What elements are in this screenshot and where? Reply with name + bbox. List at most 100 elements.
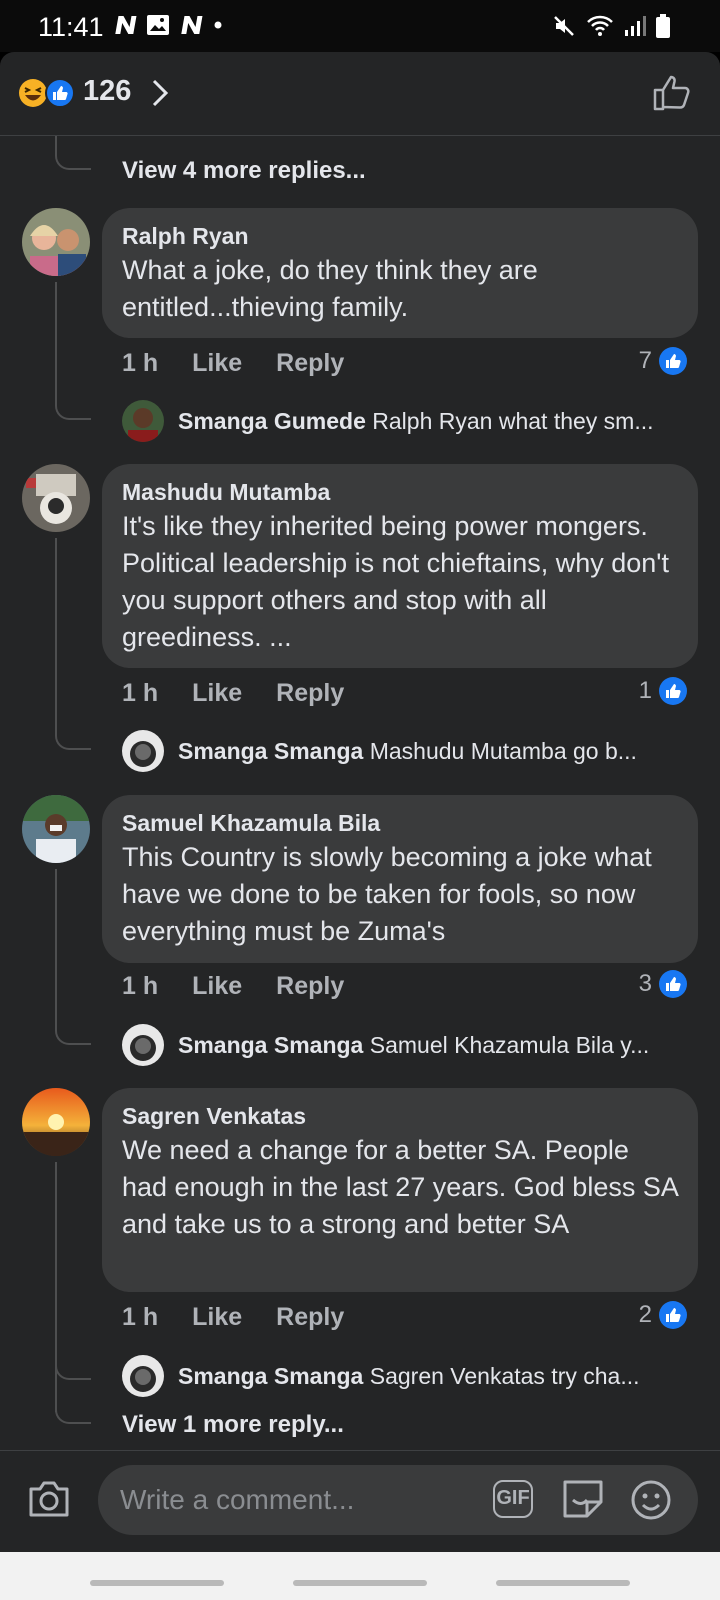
reply-author: Smanga Smanga — [178, 1362, 364, 1389]
image-notification-icon — [147, 15, 169, 35]
commenter-avatar[interactable] — [22, 795, 90, 863]
comment-reactions[interactable]: 3 — [639, 969, 688, 999]
comment-time: 1 h — [122, 679, 159, 707]
comment-time: 1 h — [122, 972, 159, 1000]
reply-text: Smanga Smanga Samuel Khazamula Bila y... — [178, 1032, 649, 1059]
like-button[interactable]: Like — [192, 679, 242, 708]
reaction-count: 2 — [638, 1301, 652, 1328]
comment-reactions[interactable]: 2 — [639, 1300, 688, 1330]
comment-text: What a joke, do they think they are enti… — [122, 255, 538, 322]
comment-reactions[interactable]: 1 — [639, 676, 688, 706]
commenter-name[interactable]: Samuel Khazamula Bila — [122, 809, 678, 837]
nav-back-button[interactable] — [496, 1580, 630, 1586]
thread-branch-line — [55, 1342, 91, 1380]
reaction-count: 3 — [638, 970, 652, 997]
like-button[interactable]: Like — [192, 972, 242, 1001]
nav-home-button[interactable] — [293, 1580, 427, 1586]
reply-button[interactable]: Reply — [276, 349, 344, 378]
news-notification-icon-2 — [181, 16, 203, 34]
comment-actions: 1 h Like Reply — [122, 679, 344, 708]
thread-line — [55, 869, 57, 1027]
comment-time: 1 h — [122, 349, 159, 377]
reply-text: Smanga Smanga Mashudu Mutamba go b... — [178, 738, 637, 765]
thread-line — [55, 1162, 57, 1412]
reply-text: Smanga Smanga Sagren Venkatas try cha... — [178, 1363, 640, 1390]
comment-bubble[interactable]: Samuel Khazamula Bila This Country is sl… — [102, 795, 698, 963]
like-reaction-icon — [659, 970, 687, 998]
commenter-name[interactable]: Mashudu Mutamba — [122, 478, 678, 506]
thread-branch-line — [55, 382, 91, 420]
comment-time: 1 h — [122, 1303, 159, 1331]
reply-snippet: Ralph Ryan what they sm... — [372, 407, 654, 434]
wifi-icon — [587, 15, 613, 36]
comment-text: It's like they inherited being power mon… — [122, 511, 669, 652]
reactions-header[interactable]: 126 — [0, 52, 720, 136]
reaction-icons — [19, 78, 75, 108]
status-notification-icons — [113, 13, 224, 37]
comment-bubble[interactable]: Ralph Ryan What a joke, do they think th… — [102, 208, 698, 338]
commenter-name[interactable]: Sagren Venkatas — [122, 1102, 678, 1130]
comment-input[interactable]: Write a comment... GIF — [98, 1465, 698, 1535]
gif-button[interactable]: GIF — [493, 1480, 533, 1518]
haha-reaction-icon — [19, 79, 47, 107]
reply-preview[interactable]: Smanga Smanga Samuel Khazamula Bila y... — [122, 1024, 692, 1066]
like-reaction-icon — [45, 78, 75, 108]
commenter-avatar[interactable] — [22, 1088, 90, 1156]
commenter-avatar[interactable] — [22, 464, 90, 532]
like-button[interactable]: Like — [192, 1303, 242, 1332]
reply-snippet: Samuel Khazamula Bila y... — [369, 1031, 650, 1058]
reply-avatar — [122, 1024, 164, 1066]
reply-author: Smanga Gumede — [178, 407, 366, 434]
comment-actions: 1 h Like Reply — [122, 972, 344, 1001]
comment-reactions[interactable]: 7 — [639, 346, 688, 376]
commenter-avatar[interactable] — [22, 208, 90, 276]
battery-icon — [656, 14, 670, 38]
mute-icon — [554, 16, 574, 36]
comment-text: We need a change for a better SA. People… — [122, 1135, 678, 1239]
status-system-icons — [552, 14, 670, 38]
commenter-name[interactable]: Ralph Ryan — [122, 222, 678, 250]
news-notification-icon — [115, 16, 137, 34]
comment-placeholder: Write a comment... — [120, 1484, 355, 1515]
reaction-count: 7 — [638, 347, 652, 374]
comment-bubble[interactable]: Mashudu Mutamba It's like they inherited… — [102, 464, 698, 668]
comment-actions: 1 h Like Reply — [122, 349, 344, 378]
status-time: 11:41 — [38, 12, 104, 42]
reply-button[interactable]: Reply — [276, 1303, 344, 1332]
signal-icon — [625, 16, 646, 36]
thumbs-up-icon[interactable] — [652, 74, 692, 112]
comment-text: This Country is slowly becoming a joke w… — [122, 842, 652, 946]
sticker-icon[interactable] — [561, 1478, 605, 1520]
reply-author: Smanga Smanga — [178, 737, 364, 764]
emoji-icon[interactable] — [630, 1479, 672, 1521]
thread-branch-line — [55, 136, 91, 170]
reply-preview[interactable]: Smanga Smanga Sagren Venkatas try cha... — [122, 1355, 692, 1397]
camera-icon[interactable] — [27, 1479, 71, 1519]
nav-recents-button[interactable] — [90, 1580, 224, 1586]
reply-snippet: Sagren Venkatas try cha... — [369, 1362, 640, 1389]
view-more-replies-link[interactable]: View 4 more replies... — [122, 157, 366, 185]
reaction-count: 126 — [83, 75, 132, 107]
reply-button[interactable]: Reply — [276, 679, 344, 708]
reply-preview[interactable]: Smanga Smanga Mashudu Mutamba go b... — [122, 730, 692, 772]
reply-avatar — [122, 1355, 164, 1397]
comment-bubble[interactable]: Sagren Venkatas We need a change for a b… — [102, 1088, 698, 1292]
reply-button[interactable]: Reply — [276, 972, 344, 1001]
chevron-right-icon — [152, 79, 169, 107]
like-reaction-icon — [659, 1301, 687, 1329]
reply-text: Smanga Gumede Ralph Ryan what they sm... — [178, 408, 654, 435]
dot-icon — [214, 21, 222, 29]
thread-line — [55, 538, 57, 734]
like-reaction-icon — [659, 677, 687, 705]
view-more-replies-link[interactable]: View 1 more reply... — [122, 1411, 344, 1439]
reply-avatar — [122, 730, 164, 772]
reply-author: Smanga Smanga — [178, 1031, 364, 1058]
thread-branch-line — [55, 712, 91, 750]
reply-snippet: Mashudu Mutamba go b... — [369, 737, 637, 764]
comment-actions: 1 h Like Reply — [122, 1303, 344, 1332]
status-bar: 11:41 — [0, 0, 720, 52]
thread-branch-line — [55, 1007, 91, 1045]
reply-preview[interactable]: Smanga Gumede Ralph Ryan what they sm... — [122, 400, 692, 442]
like-button[interactable]: Like — [192, 349, 242, 378]
system-nav-bar — [0, 1552, 720, 1600]
